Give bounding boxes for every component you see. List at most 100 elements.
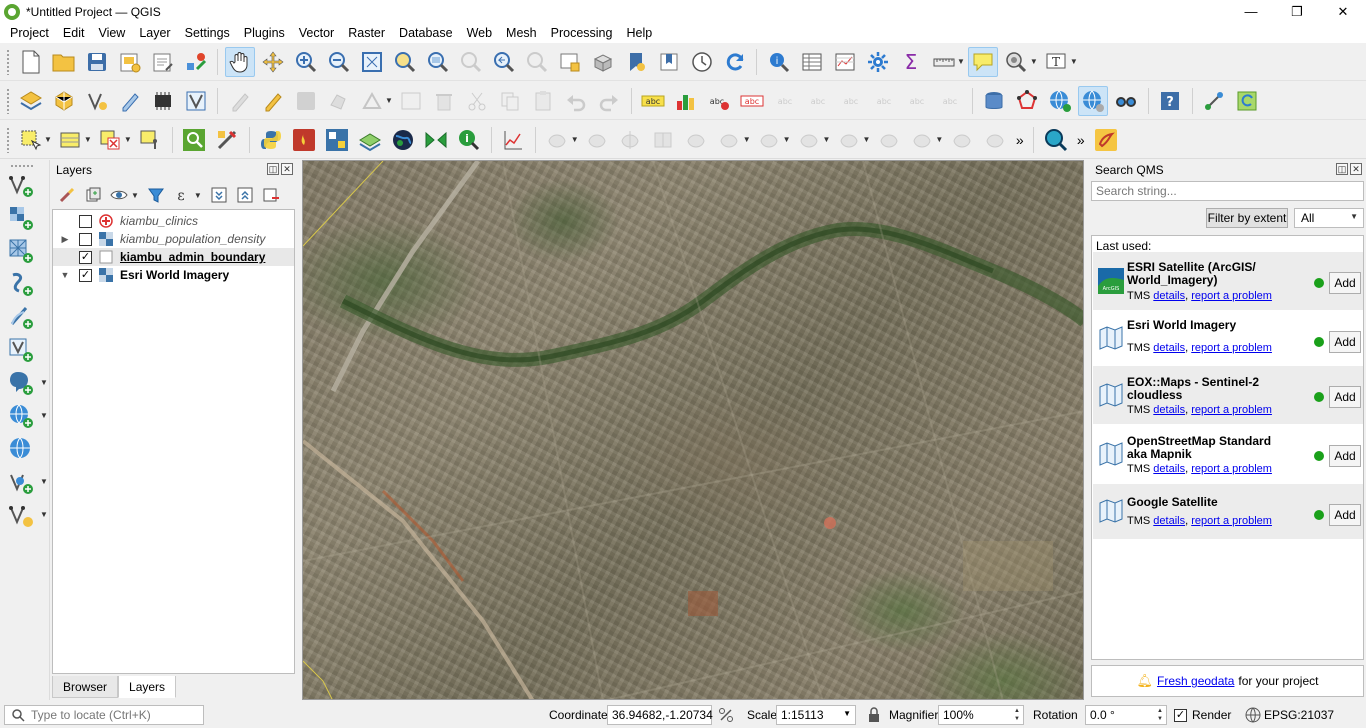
redo-button[interactable]	[594, 86, 624, 116]
lock-scale-icon[interactable]	[867, 707, 881, 726]
rotation-field[interactable]: 0.0 ° ▲ ▼	[1085, 705, 1167, 725]
layer-visibility-checkbox[interactable]: ✓	[79, 268, 92, 282]
highlight-pinned-labels-button[interactable]: abc	[704, 86, 734, 116]
zoom-last-button[interactable]	[489, 47, 519, 77]
toolbar-grip[interactable]	[6, 87, 10, 114]
undock-panel-button[interactable]: ◫	[267, 163, 279, 175]
details-link[interactable]: details	[1153, 515, 1185, 527]
collapse-arrow-icon[interactable]: ▼	[59, 270, 71, 280]
close-button[interactable]: ✕	[1320, 0, 1366, 23]
details-link[interactable]: details	[1153, 342, 1185, 354]
tab-layers[interactable]: Layers	[118, 676, 177, 698]
save-layer-edits-button[interactable]	[291, 86, 321, 116]
zoom-to-layer-button[interactable]	[423, 47, 453, 77]
qms-filter-select[interactable]: All ▼	[1294, 208, 1364, 228]
filter-by-expression-icon[interactable]: ε	[171, 184, 193, 206]
add-vector-layer-button[interactable]	[6, 170, 36, 200]
text-annotation-button[interactable]: T	[1041, 47, 1071, 77]
fresh-geodata-link[interactable]: Fresh geodata	[1157, 674, 1234, 688]
select-features-button[interactable]	[16, 125, 46, 155]
menu-project[interactable]: Project	[3, 26, 56, 40]
cut-features-button[interactable]	[462, 86, 492, 116]
add-wcs-layer-button[interactable]	[6, 434, 36, 464]
toolbar-overflow-button[interactable]: »	[1013, 125, 1027, 155]
close-panel-button[interactable]: ✕	[281, 163, 293, 175]
toolbar-overflow-button-2[interactable]: »	[1074, 125, 1088, 155]
new-3d-map-view-button[interactable]	[588, 47, 618, 77]
identify-features-button[interactable]: i	[764, 47, 794, 77]
toggle-extents-icon[interactable]	[718, 707, 734, 726]
coordinate-field[interactable]: 36.94682,-1.20734	[607, 705, 713, 725]
label-properties-button[interactable]: abc	[902, 86, 932, 116]
restore-button[interactable]: ❐	[1274, 0, 1320, 23]
details-link[interactable]: details	[1153, 463, 1185, 475]
delete-selected-button[interactable]	[429, 86, 459, 116]
manage-map-themes-icon[interactable]	[108, 184, 130, 206]
add-vector-tile-layer-button[interactable]: ▼	[6, 467, 48, 497]
offset-curve-button[interactable]	[681, 125, 711, 155]
save-project-button[interactable]	[82, 47, 112, 77]
split-features-button[interactable]	[615, 125, 645, 155]
delete-ring-button[interactable]	[754, 125, 784, 155]
select-by-location-tool-button[interactable]	[135, 125, 165, 155]
toolbar-grip[interactable]	[6, 126, 10, 153]
metasearch-button[interactable]	[1111, 86, 1141, 116]
paste-features-button[interactable]	[528, 86, 558, 116]
move-label-button[interactable]: abc	[803, 86, 833, 116]
reshape-features-button[interactable]	[582, 125, 612, 155]
profile-tool-button[interactable]	[498, 125, 528, 155]
details-link[interactable]: details	[1153, 404, 1185, 416]
toggle-editing-button[interactable]	[258, 86, 288, 116]
layer-row[interactable]: kiambu_clinics	[53, 212, 294, 230]
qms-search-input[interactable]: Search string...	[1091, 181, 1364, 201]
menu-edit[interactable]: Edit	[56, 26, 92, 40]
report-problem-link[interactable]: report a problem	[1191, 404, 1272, 416]
add-feature-button[interactable]	[324, 86, 354, 116]
open-layer-styling-icon[interactable]	[56, 184, 78, 206]
tab-browser[interactable]: Browser	[52, 676, 119, 698]
map-canvas[interactable]	[302, 160, 1084, 700]
add-wms-layer-button[interactable]: ▼	[6, 401, 48, 431]
delete-part-button[interactable]	[834, 125, 864, 155]
measure-line-button[interactable]	[929, 47, 959, 77]
new-vector-layer-button[interactable]: ▼	[6, 500, 48, 530]
field-calculator-button[interactable]: Σ	[896, 47, 926, 77]
plugin-tool-button[interactable]	[1199, 86, 1229, 116]
new-spatial-bookmark-button[interactable]	[621, 47, 651, 77]
open-project-button[interactable]	[49, 47, 79, 77]
add-service-button[interactable]: Add	[1329, 445, 1361, 467]
menu-mesh[interactable]: Mesh	[499, 26, 544, 40]
layer-visibility-checkbox[interactable]	[79, 214, 92, 228]
layer-visibility-checkbox[interactable]	[79, 232, 92, 246]
layout-manager-button[interactable]	[148, 47, 178, 77]
zoom-next-button[interactable]	[522, 47, 552, 77]
report-problem-link[interactable]: report a problem	[1191, 290, 1272, 302]
georeferencer-button[interactable]	[1012, 86, 1042, 116]
globe-plugin-button[interactable]	[388, 125, 418, 155]
db-manager-button[interactable]	[979, 86, 1009, 116]
magnifier-field[interactable]: 100% ▲ ▼	[938, 705, 1024, 725]
map-tips-button[interactable]	[968, 46, 999, 77]
report-problem-link[interactable]: report a problem	[1191, 515, 1272, 527]
vector-tools-button[interactable]	[212, 125, 242, 155]
layer-row[interactable]: ▶ kiambu_population_density	[53, 230, 294, 248]
report-problem-link[interactable]: report a problem	[1191, 342, 1272, 354]
menu-layer[interactable]: Layer	[132, 26, 177, 40]
new-map-view-button[interactable]	[555, 47, 585, 77]
data-source-manager-button[interactable]	[16, 86, 46, 116]
add-group-icon[interactable]	[82, 184, 104, 206]
pin-unpin-labels-button[interactable]: abc	[737, 86, 767, 116]
layer-styling-button[interactable]	[355, 125, 385, 155]
menu-help[interactable]: Help	[619, 26, 659, 40]
select-by-value-button[interactable]	[55, 125, 85, 155]
collapse-all-icon[interactable]	[234, 184, 256, 206]
undock-panel-button[interactable]: ◫	[1336, 163, 1348, 175]
menu-view[interactable]: View	[91, 26, 132, 40]
digitize-shape-button[interactable]	[542, 125, 572, 155]
new-print-layout-button[interactable]	[115, 47, 145, 77]
merge-features-button[interactable]	[648, 125, 678, 155]
new-project-button[interactable]	[16, 47, 46, 77]
new-shapefile-layer-button[interactable]	[82, 86, 112, 116]
show-hide-labels-button[interactable]: abc	[770, 86, 800, 116]
add-service-button[interactable]: Add	[1329, 504, 1361, 526]
